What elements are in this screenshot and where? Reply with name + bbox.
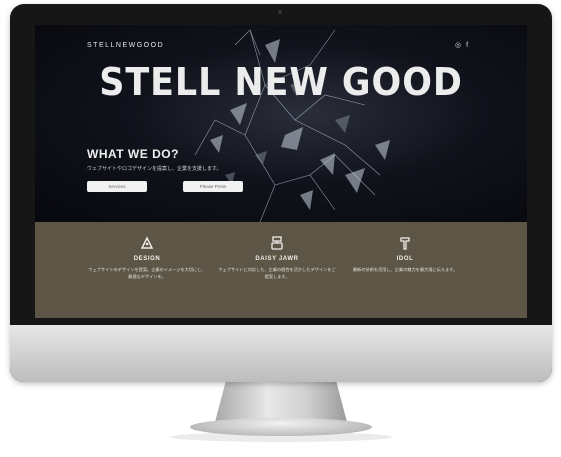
service-desc: 最新の技術を活用し、企業の魅力を最大限に伝えます。 [352,267,458,272]
screen: STELLNEWGOOD ◎ f STELL NEW GOOD WHAT WE … [35,25,527,318]
monitor-chin [10,325,552,382]
hero-subtitle: ウェブサイトやロゴデザインを提案し、企業を支援します。 [87,166,222,172]
hammer-icon [400,237,410,250]
instagram-icon[interactable]: ◎ [455,42,461,49]
brush-icon [271,236,283,250]
service-title: IDOL [396,256,414,262]
site-logo[interactable]: STELLNEWGOOD [87,42,164,49]
monitor-stand-neck [215,382,347,422]
camera [278,10,282,14]
service-item-idol: IDOL 最新の技術を活用し、企業の魅力を最大限に伝えます。 [335,236,475,273]
section-heading: WHAT WE DO? [87,147,179,161]
facebook-icon[interactable]: f [466,42,468,49]
contact-button[interactable]: Please Press [183,181,243,192]
service-item-design: DESIGN ウェブサイトのデザインを提案。企業のイメージを大切にし、最適なデザ… [77,236,217,280]
social-links: ◎ f [455,41,471,49]
service-title: DAISY JAWR [255,256,299,262]
hero-title: STELL NEW GOOD [99,60,463,104]
service-desc: ウェブサイトのデザインを提案。企業のイメージを大切にし、最適なデザインを。 [88,267,206,279]
monitor-stand-base [190,418,372,436]
shattered-glass-illustration [194,29,390,222]
service-desc: ウェブサイトに対応した、企業の個性を活かしたデザインをご提案します。 [218,267,336,279]
service-title: DESIGN [133,256,161,262]
services-section: DESIGN ウェブサイトのデザインを提案。企業のイメージを大切にし、最適なデザ… [35,222,527,318]
service-item-daisy: DAISY JAWR ウェブサイトに対応した、企業の個性を活かしたデザインをご提… [207,236,347,280]
pen-icon [140,236,154,249]
hero-section: STELLNEWGOOD ◎ f STELL NEW GOOD WHAT WE … [35,25,527,222]
services-button[interactable]: Services [87,181,147,192]
